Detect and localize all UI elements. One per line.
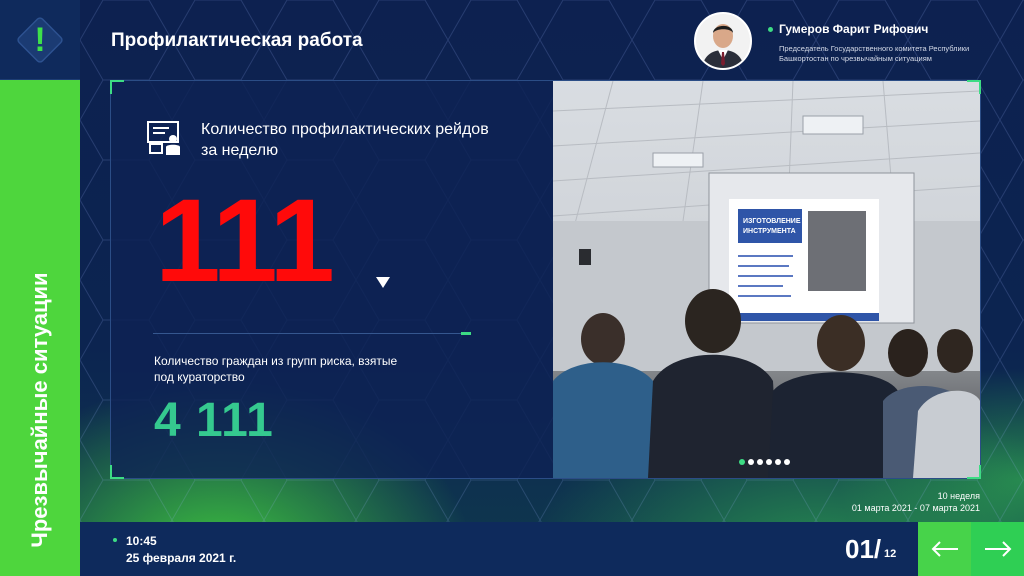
carousel-dot[interactable] xyxy=(748,459,754,465)
page-total: 12 xyxy=(884,548,897,560)
warning-badge: ! xyxy=(0,0,80,80)
arrow-left-icon xyxy=(931,541,958,557)
risk-value: 4 111 xyxy=(154,394,274,447)
prev-button[interactable] xyxy=(918,522,971,576)
svg-text:ИНСТРУМЕНТА: ИНСТРУМЕНТА xyxy=(743,228,796,235)
stats-panel: Количество профилактических рейдов за не… xyxy=(111,81,553,478)
corner-accent xyxy=(967,465,981,479)
main-panel: Количество профилактических рейдов за не… xyxy=(110,80,981,479)
carousel-dot[interactable] xyxy=(757,459,763,465)
person-name: Гумеров Фарит Рифович xyxy=(768,22,928,36)
risk-label: Количество граждан из групп риска, взяты… xyxy=(154,354,398,384)
current-date: 25 февраля 2021 г. xyxy=(126,551,237,565)
current-time: 10:45 xyxy=(126,534,157,548)
person-name-text: Гумеров Фарит Рифович xyxy=(779,22,929,36)
carousel-dot[interactable] xyxy=(784,459,790,465)
divider-accent xyxy=(461,332,471,335)
carousel-dot[interactable] xyxy=(739,459,745,465)
avatar xyxy=(694,12,752,70)
person-role: Председатель Государственного комитета Р… xyxy=(779,44,970,63)
name-bullet-icon xyxy=(768,27,773,33)
footer-bar: 10:45 25 февраля 2021 г. 01/ 12 xyxy=(80,522,918,576)
page-title: Профилактическая работа xyxy=(111,30,363,51)
carousel-dot[interactable] xyxy=(775,459,781,465)
corner-accent xyxy=(110,80,124,94)
warning-icon: ! xyxy=(34,20,46,59)
sidebar-label: Чрезвычайные ситуации xyxy=(27,272,52,548)
next-button[interactable] xyxy=(971,522,1024,576)
classroom-photo: ИЗГОТОВЛЕНИЕ ИНСТРУМЕНТА xyxy=(553,81,980,478)
divider xyxy=(153,333,471,334)
carousel-dot[interactable] xyxy=(766,459,772,465)
week-info: 10 неделя 01 марта 2021 - 07 марта 2021 xyxy=(852,490,980,514)
svg-text:ИЗГОТОВЛЕНИЕ: ИЗГОТОВЛЕНИЕ xyxy=(743,218,801,225)
carousel-dots xyxy=(739,459,790,465)
time-bullet-icon xyxy=(113,538,117,542)
corner-accent xyxy=(110,465,124,479)
week-number: 10 неделя xyxy=(937,491,980,501)
trend-down-icon xyxy=(376,277,390,288)
corner-accent xyxy=(967,80,981,94)
week-range: 01 марта 2021 - 07 марта 2021 xyxy=(851,503,980,513)
raids-value: 111 xyxy=(155,175,335,307)
classroom-illustration: ИЗГОТОВЛЕНИЕ ИНСТРУМЕНТА xyxy=(553,81,980,478)
raids-label: Количество профилактических рейдов за не… xyxy=(201,121,489,159)
page-current: 01/ xyxy=(845,534,882,564)
presentation-icon xyxy=(147,121,180,155)
arrow-right-icon xyxy=(984,541,1011,557)
